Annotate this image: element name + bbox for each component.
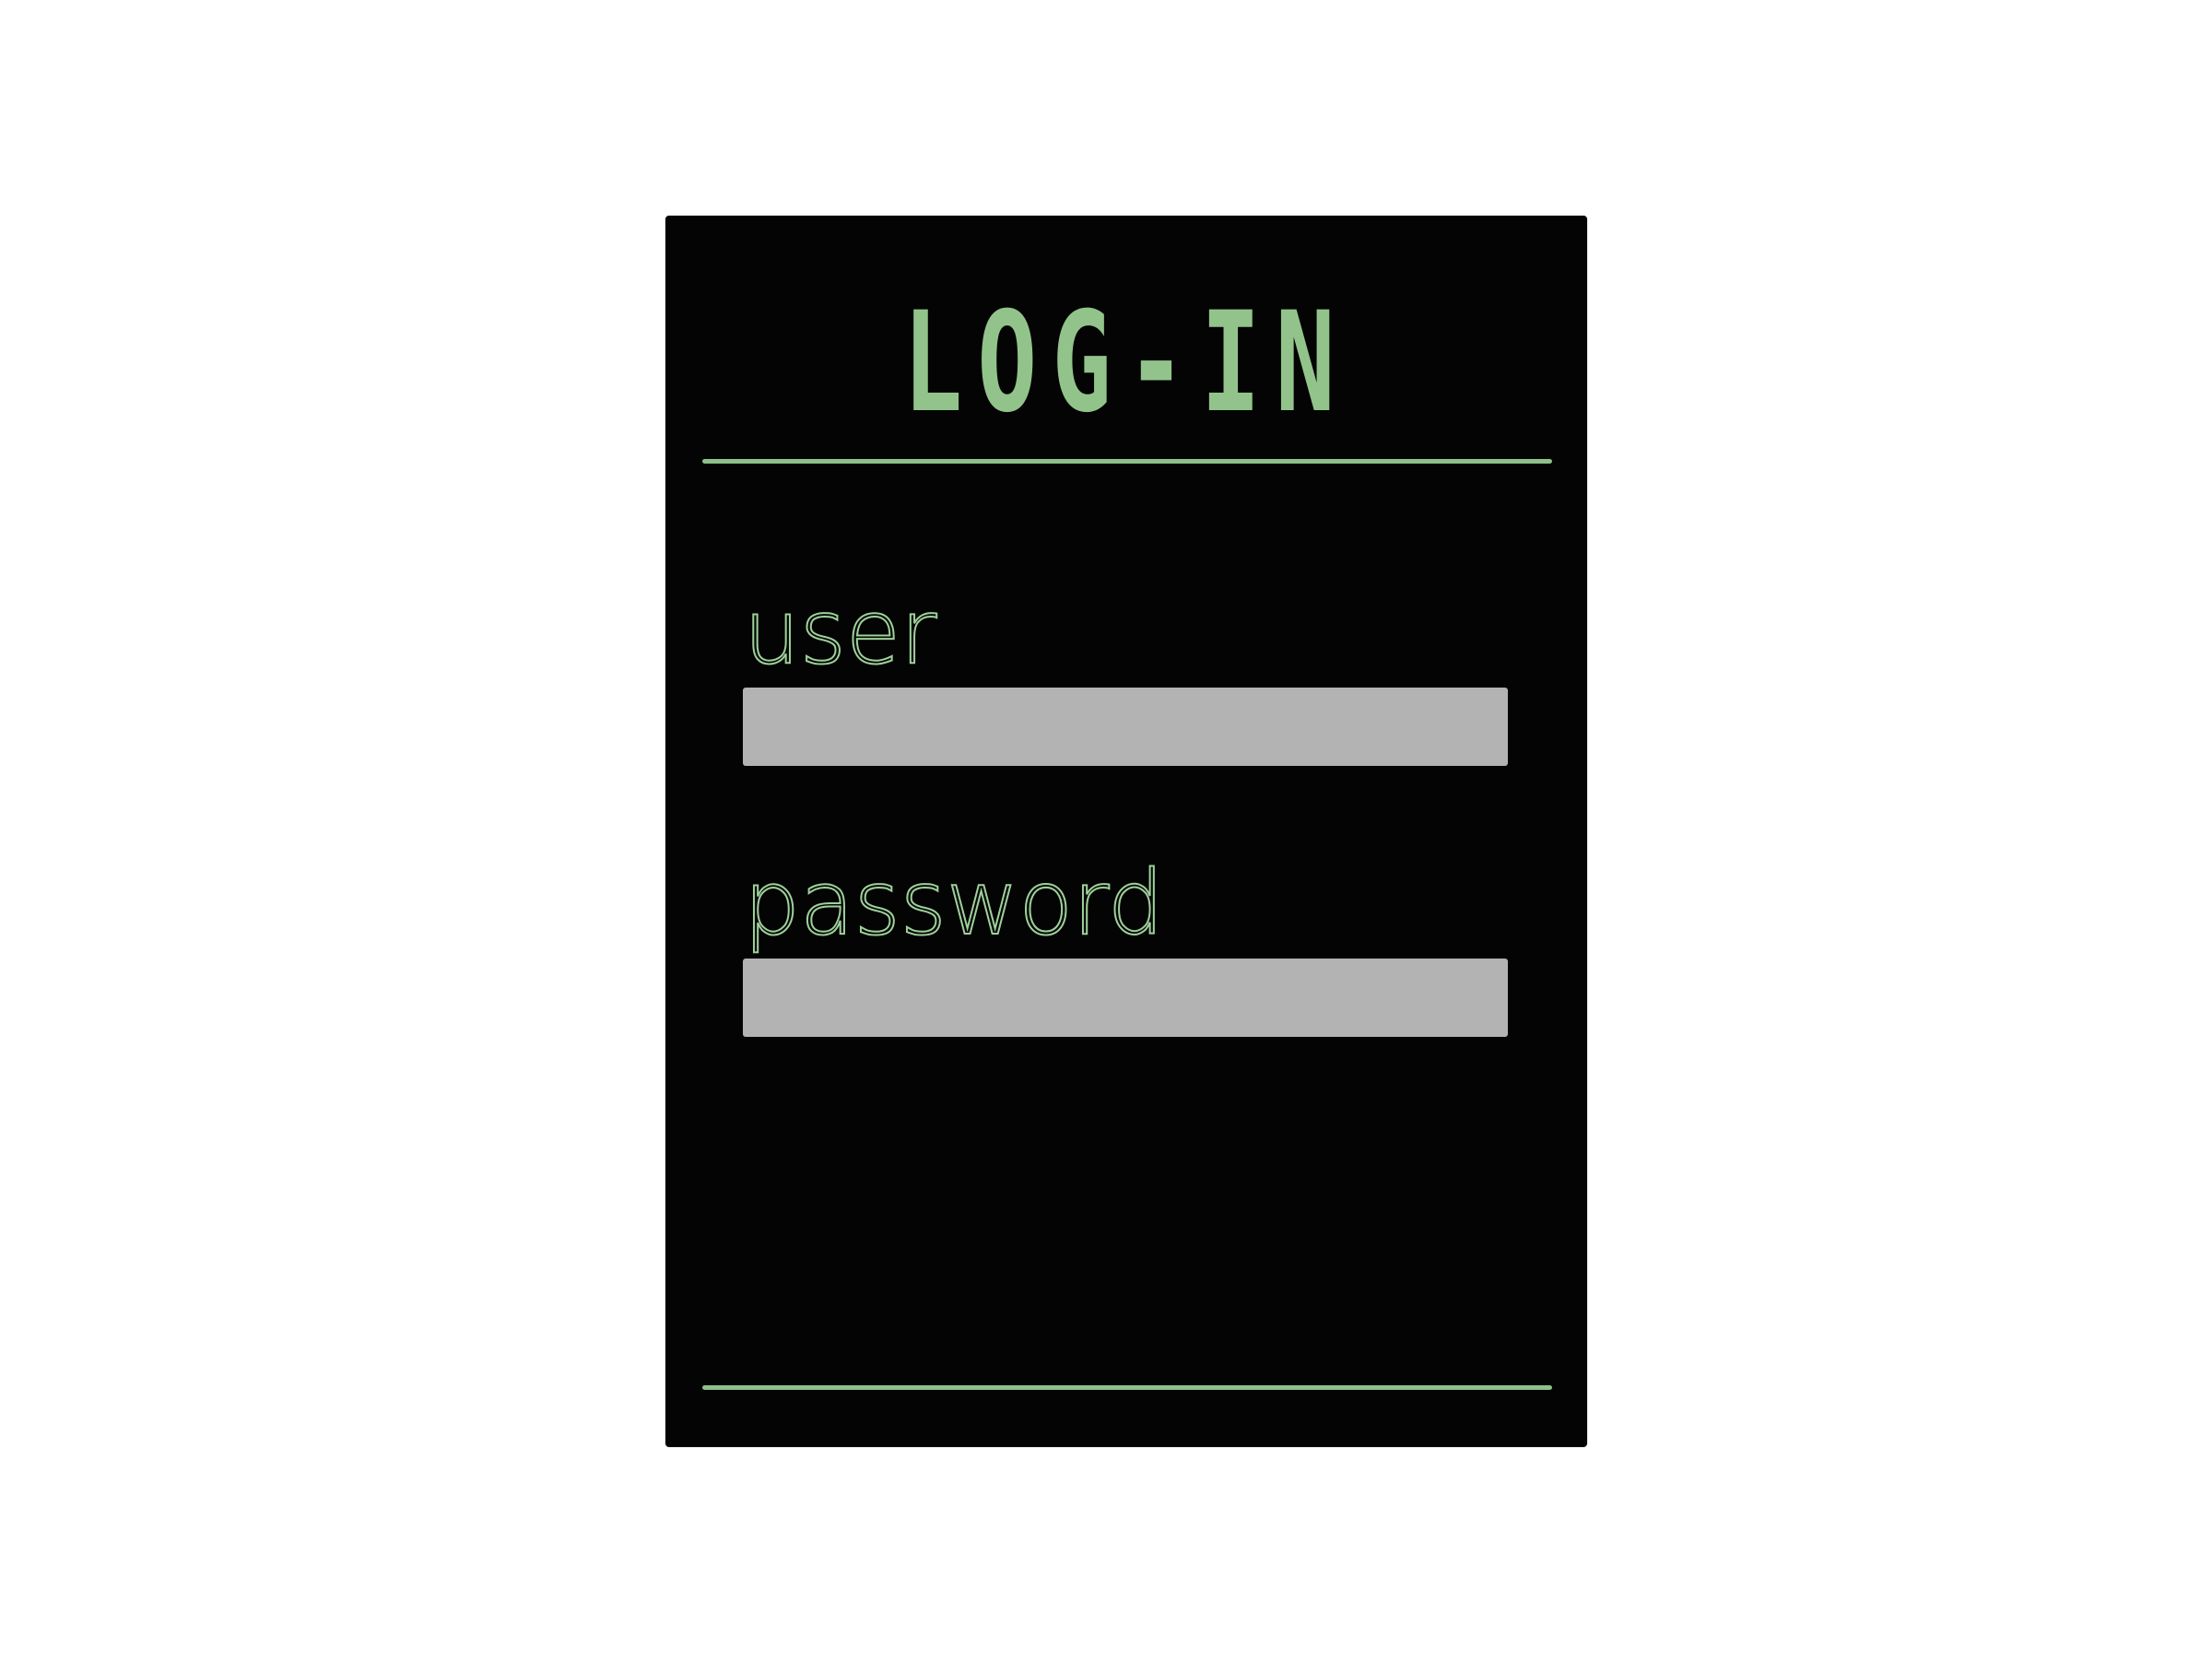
login-title-text: LOG-IN xyxy=(902,283,1350,443)
top-divider xyxy=(702,459,1552,464)
user-label: user xyxy=(743,581,937,684)
login-title: LOG-IN xyxy=(804,283,1449,443)
password-label: password xyxy=(743,852,1165,955)
bottom-divider xyxy=(702,1385,1552,1390)
login-panel: LOG-IN user password xyxy=(665,216,1587,1447)
password-input[interactable] xyxy=(743,959,1508,1037)
user-input[interactable] xyxy=(743,688,1508,766)
